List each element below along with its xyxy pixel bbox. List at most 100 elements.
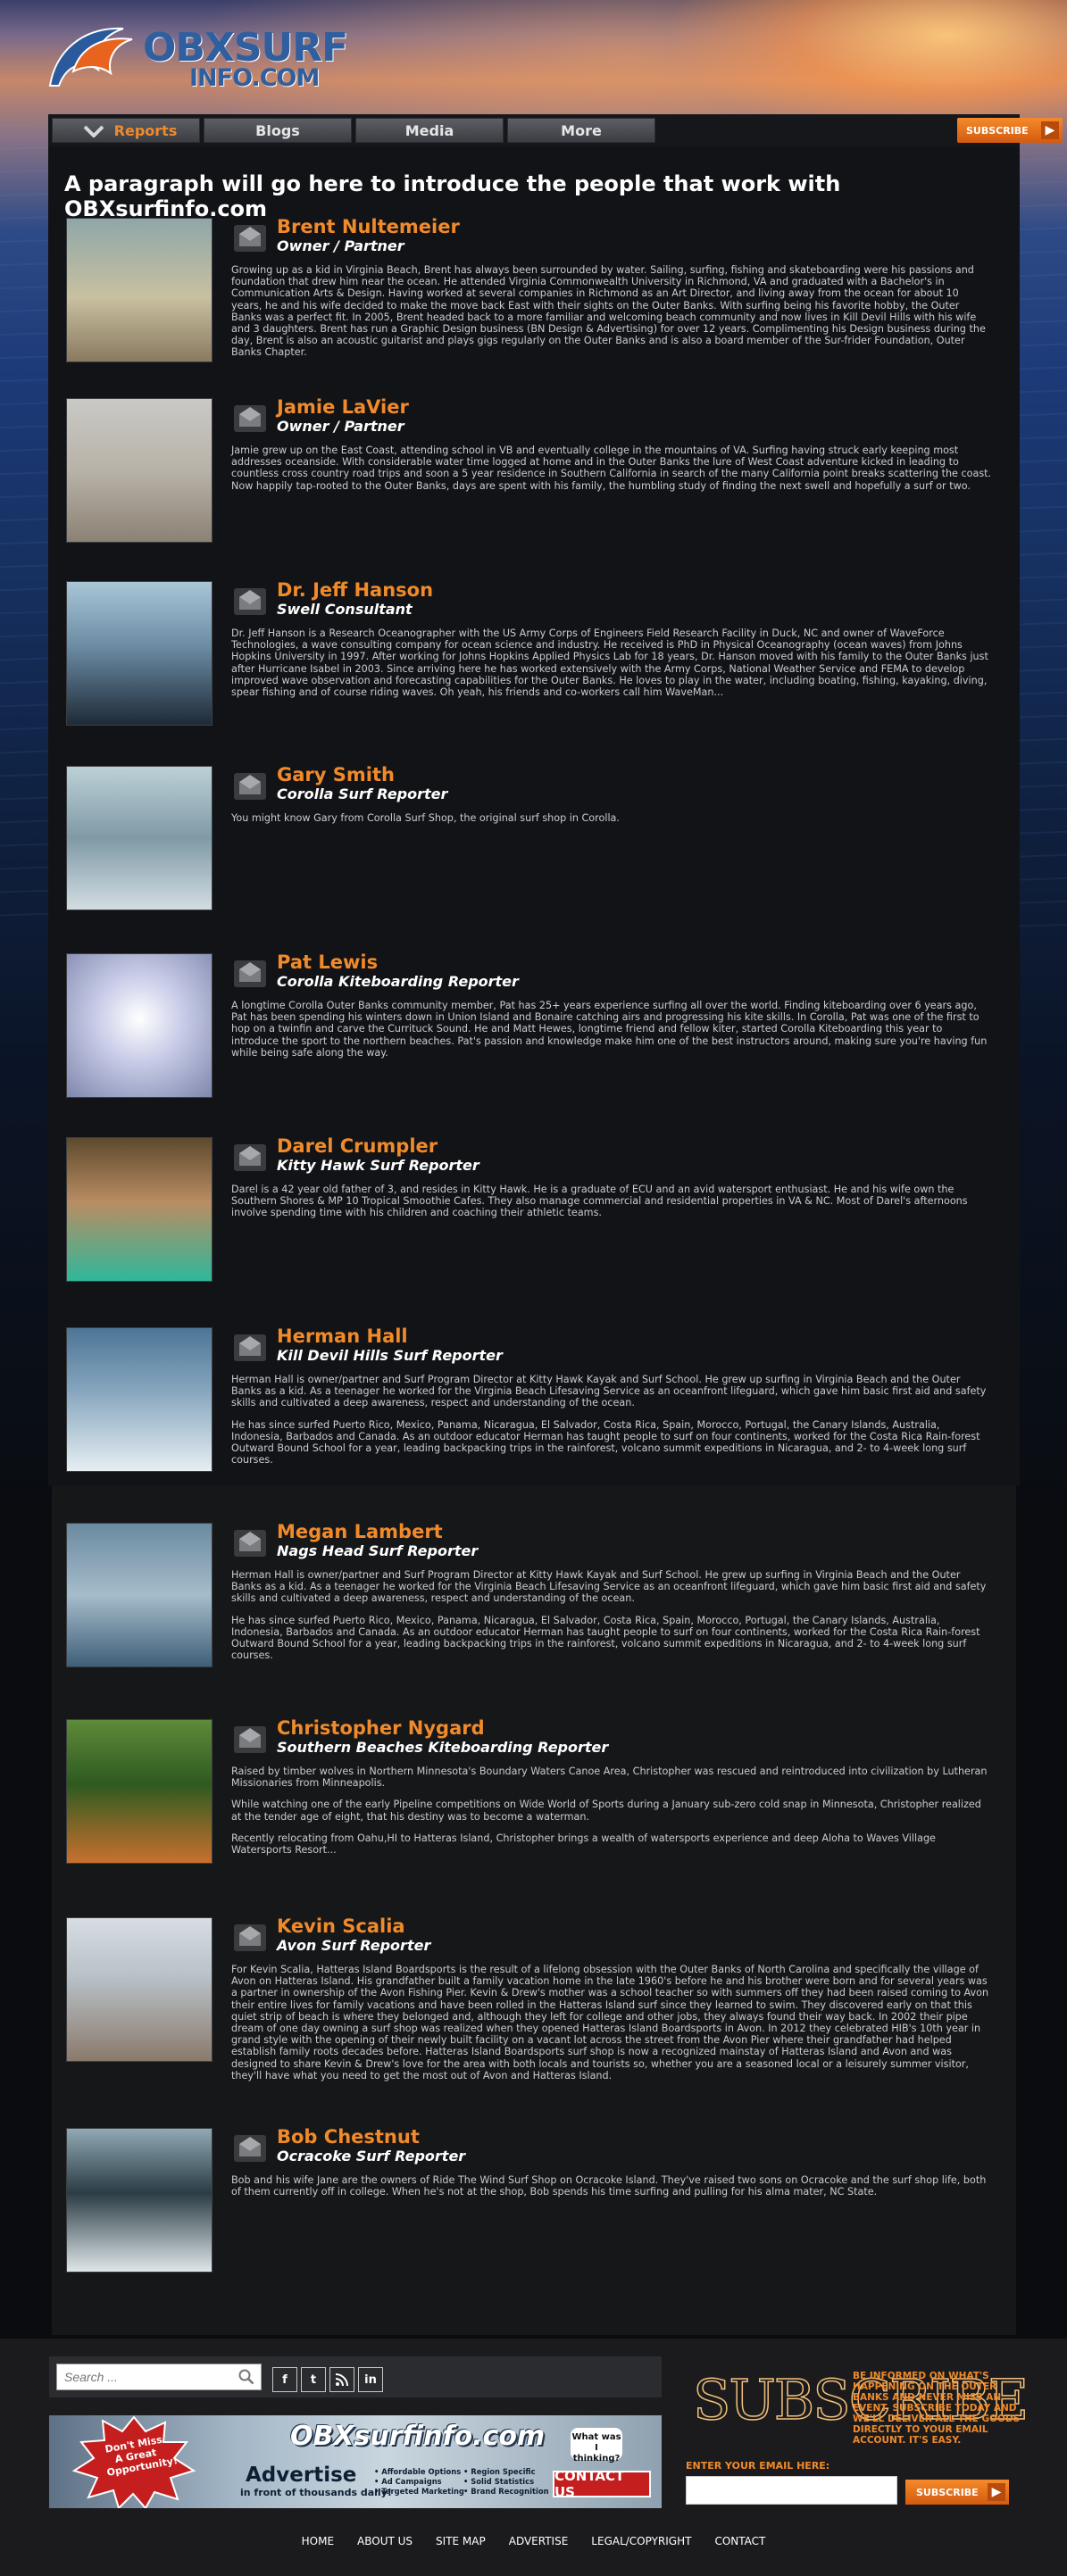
arrow-right-icon: ▶ xyxy=(988,2483,1005,2501)
bio-paragraph: Darel is a 42 year old father of 3, and … xyxy=(231,1184,968,1219)
envelope-icon[interactable] xyxy=(232,1143,268,1173)
ad-thought-bubble: What was I thinking? xyxy=(571,2428,622,2464)
person-photo xyxy=(66,1523,213,1667)
envelope-icon[interactable] xyxy=(232,586,268,617)
person-photo xyxy=(66,1719,213,1864)
person-bio: Darel is a 42 year old father of 3, and … xyxy=(231,1184,992,1229)
envelope-icon[interactable] xyxy=(232,1528,268,1558)
person-role: Kitty Hawk Surf Reporter xyxy=(277,1157,479,1174)
person-bio: Jamie grew up on the East Coast, attendi… xyxy=(231,445,992,502)
subscribe-label: SUBSCRIBE xyxy=(916,2486,979,2498)
nav-item-more[interactable]: More xyxy=(507,118,655,143)
person-photo xyxy=(66,1137,213,1282)
ad-subheadline: in front of thousands daily! xyxy=(240,2487,392,2498)
facebook-icon[interactable]: f xyxy=(272,2367,297,2392)
person-role: Kill Devil Hills Surf Reporter xyxy=(277,1347,503,1364)
bio-paragraph: Herman Hall is owner/partner and Surf Pr… xyxy=(231,1374,987,1409)
person-name: Pat Lewis xyxy=(277,951,379,973)
nav-item-reports[interactable]: Reports xyxy=(52,118,200,143)
envelope-icon[interactable] xyxy=(232,1724,268,1755)
person-role: Owner / Partner xyxy=(277,418,404,435)
nav-label: Reports xyxy=(113,121,178,139)
person-name: Bob Chestnut xyxy=(277,2126,420,2148)
nav-label: Media xyxy=(404,121,454,139)
rss-icon[interactable] xyxy=(329,2367,354,2392)
email-field[interactable] xyxy=(686,2476,897,2505)
twitter-icon[interactable]: t xyxy=(301,2367,326,2392)
arrow-right-icon: ▶ xyxy=(1041,121,1059,139)
footer-link-contact[interactable]: CONTACT xyxy=(703,2528,777,2555)
person-name: Gary Smith xyxy=(277,764,395,785)
bio-paragraph: Dr. Jeff Hanson is a Research Oceanograp… xyxy=(231,627,988,699)
bio-paragraph: For Kevin Scalia, Hatteras Island Boards… xyxy=(231,1964,989,2082)
ad-feature: • Affordable Options xyxy=(374,2467,462,2476)
search-icon[interactable] xyxy=(238,2369,254,2385)
page-title: A paragraph will go here to introduce th… xyxy=(64,171,841,221)
person-name: Kevin Scalia xyxy=(277,1915,405,1937)
person-role: Avon Surf Reporter xyxy=(277,1937,431,1954)
linkedin-icon[interactable]: in xyxy=(358,2367,383,2392)
person-bio: Dr. Jeff Hanson is a Research Oceanograp… xyxy=(231,627,992,708)
person-photo xyxy=(66,766,213,910)
nav-item-media[interactable]: Media xyxy=(355,118,504,143)
footer-links: HOME ABOUT US SITE MAP ADVERTISE LEGAL/C… xyxy=(0,2528,1067,2555)
ad-feature: • Brand Recognition xyxy=(463,2487,549,2496)
person-name: Brent Nultemeier xyxy=(277,216,460,237)
bio-paragraph: He has since surfed Puerto Rico, Mexico,… xyxy=(231,1418,980,1467)
person-photo xyxy=(66,953,213,1098)
footer-link-sitemap[interactable]: SITE MAP xyxy=(424,2528,497,2555)
bio-paragraph: Herman Hall is owner/partner and Surf Pr… xyxy=(231,1569,987,1605)
footer-link-legal[interactable]: LEGAL/COPYRIGHT xyxy=(579,2528,703,2555)
bio-paragraph: You might know Gary from Corolla Surf Sh… xyxy=(231,812,620,824)
person-name: Herman Hall xyxy=(277,1325,408,1347)
person-photo xyxy=(66,398,213,543)
person-photo xyxy=(66,1327,213,1472)
footer-link-home[interactable]: HOME xyxy=(290,2528,346,2555)
contact-us-button[interactable]: CONTACT US xyxy=(553,2468,651,2500)
bio-paragraph: Growing up as a kid in Virginia Beach, B… xyxy=(231,264,986,359)
subscribe-description: BE INFORMED ON WHAT'S HAPPENING ON THE O… xyxy=(853,2371,1021,2446)
twitter-label: t xyxy=(310,2372,317,2387)
facebook-label: f xyxy=(282,2372,288,2387)
rss-glyph xyxy=(335,2373,348,2387)
person-name: Jamie LaVier xyxy=(277,396,409,418)
logo-text-infocom: INFO.COM xyxy=(189,64,320,92)
person-bio: You might know Gary from Corolla Surf Sh… xyxy=(231,812,992,834)
person-role: Owner / Partner xyxy=(277,237,404,254)
envelope-icon[interactable] xyxy=(232,403,268,434)
subscribe-button[interactable]: SUBSCRIBE ▶ xyxy=(957,118,1063,143)
person-photo xyxy=(66,2128,213,2273)
chevron-down-icon xyxy=(83,125,104,137)
search-input[interactable] xyxy=(56,2364,262,2390)
site-logo[interactable]: OBXSURF INFO.COM xyxy=(46,20,386,92)
person-name: Darel Crumpler xyxy=(277,1135,438,1157)
footer-subscribe-button[interactable]: SUBSCRIBE ▶ xyxy=(905,2480,1009,2505)
advertise-banner[interactable]: Don't Miss A Great Opportunity! OBXsurfi… xyxy=(49,2415,662,2508)
footer-search-bar: f t in xyxy=(49,2356,662,2397)
ad-features-1: • Affordable Options • Ad Campaigns • Ta… xyxy=(374,2467,464,2497)
ad-features-2: • Region Specific • Solid Statistics • B… xyxy=(463,2467,549,2497)
subscribe-label: SUBSCRIBE xyxy=(966,124,1029,137)
envelope-icon[interactable] xyxy=(232,2133,268,2164)
nav-item-blogs[interactable]: Blogs xyxy=(204,118,352,143)
person-name: Dr. Jeff Hanson xyxy=(277,579,434,601)
envelope-icon[interactable] xyxy=(232,959,268,989)
envelope-icon[interactable] xyxy=(232,771,268,802)
person-bio: A longtime Corolla Outer Banks community… xyxy=(231,1000,992,1068)
main-nav: Reports Blogs Media More SUBSCRIBE ▶ xyxy=(48,114,1063,146)
person-bio: Herman Hall is owner/partner and Surf Pr… xyxy=(231,1374,992,1475)
footer-link-about[interactable]: ABOUT US xyxy=(346,2528,424,2555)
person-bio: Herman Hall is owner/partner and Surf Pr… xyxy=(231,1569,992,1671)
person-bio: Growing up as a kid in Virginia Beach, B… xyxy=(231,264,992,369)
envelope-icon[interactable] xyxy=(232,1333,268,1363)
bio-paragraph: He has since surfed Puerto Rico, Mexico,… xyxy=(231,1614,980,1662)
bio-paragraph: Recently relocating from Oahu,HI to Hatt… xyxy=(231,1832,936,1857)
wave-logo-icon xyxy=(48,27,133,87)
envelope-icon[interactable] xyxy=(232,1923,268,1953)
bio-paragraph: While watching one of the early Pipeline… xyxy=(231,1799,981,1823)
envelope-icon[interactable] xyxy=(232,223,268,253)
ad-feature: • Region Specific xyxy=(463,2467,536,2476)
person-role: Swell Consultant xyxy=(277,601,413,618)
footer-link-advertise[interactable]: ADVERTISE xyxy=(497,2528,580,2555)
person-photo xyxy=(66,1917,213,2062)
